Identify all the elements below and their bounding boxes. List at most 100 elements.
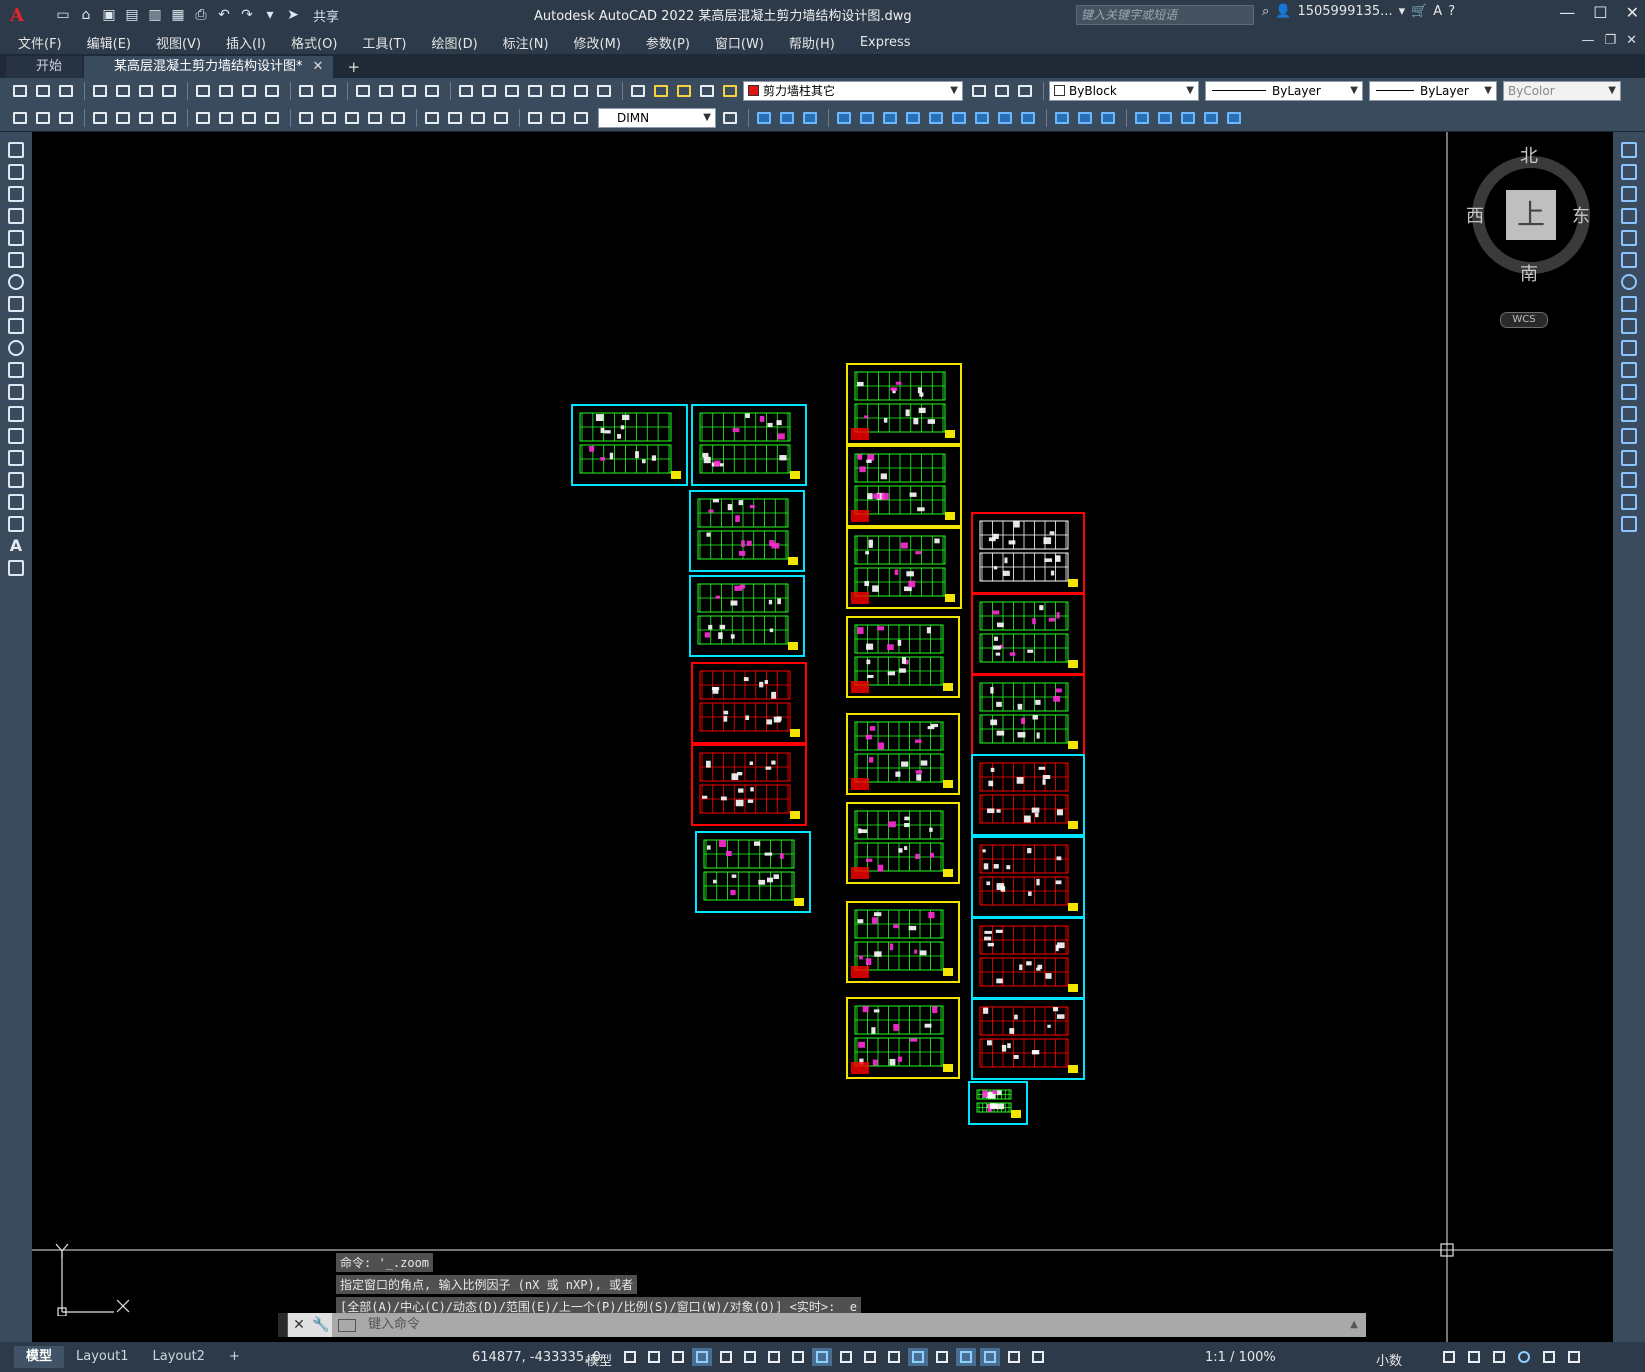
layer-state-icon[interactable] [33, 109, 53, 127]
selection-filter-icon[interactable] [932, 1348, 952, 1366]
undo-icon[interactable]: ↶ [215, 6, 233, 24]
wcs-menu[interactable]: WCS [1500, 312, 1548, 328]
ucs-y-icon[interactable] [995, 109, 1015, 127]
user-icon[interactable]: 👤 [1275, 4, 1291, 19]
spline-icon[interactable] [8, 318, 24, 334]
lineweight-icon[interactable] [812, 1348, 832, 1366]
menu-edit[interactable]: 编辑(E) [87, 33, 131, 52]
drawing-sheet[interactable] [971, 836, 1085, 918]
ucs-object-icon[interactable] [857, 109, 877, 127]
break-icon[interactable] [1621, 406, 1637, 422]
inspect-icon[interactable] [468, 109, 488, 127]
ucs-3point-icon[interactable] [949, 109, 969, 127]
trim-icon[interactable] [1621, 340, 1637, 356]
plotstyle-dropdown[interactable]: ByColor ▼ [1503, 81, 1621, 101]
drawing-sheet[interactable] [971, 512, 1085, 594]
offset-icon[interactable] [1621, 208, 1637, 224]
lock-ui-icon[interactable] [1465, 1348, 1483, 1366]
recent-commands-icon[interactable]: ▲ [1350, 1313, 1358, 1337]
tab-model[interactable]: 模型 [14, 1346, 65, 1368]
view-right-icon[interactable] [1201, 109, 1221, 127]
menu-insert[interactable]: 插入(I) [226, 33, 266, 52]
command-input[interactable]: 键入命令 ▲ [332, 1313, 1366, 1337]
continue-dim-icon[interactable] [342, 109, 362, 127]
tool-palettes-icon[interactable] [502, 82, 522, 100]
compass-north[interactable]: 北 [1520, 142, 1538, 168]
doc-minimize-icon[interactable]: — [1581, 33, 1594, 48]
ucs-zaxis-icon[interactable] [926, 109, 946, 127]
doc-close-icon[interactable]: ✕ [1626, 33, 1637, 48]
revision-cloud-icon[interactable] [8, 296, 24, 312]
layer-match-icon[interactable] [992, 82, 1012, 100]
compass-south[interactable]: 南 [1520, 260, 1538, 286]
calculator-icon[interactable] [571, 82, 591, 100]
cart-icon[interactable]: ▾ [1399, 4, 1406, 19]
match-properties-icon[interactable] [262, 82, 282, 100]
isolate-objects-icon[interactable] [1490, 1348, 1508, 1366]
circle-icon[interactable] [8, 274, 24, 290]
view-left-icon[interactable] [1178, 109, 1198, 127]
plot-icon[interactable] [90, 82, 110, 100]
zoom-window-icon[interactable] [399, 82, 419, 100]
linear-dim-icon[interactable] [90, 109, 110, 127]
drawing-sheet[interactable] [689, 490, 805, 572]
array-icon[interactable] [1621, 230, 1637, 246]
view-top-icon[interactable] [1132, 109, 1152, 127]
minimize-icon[interactable]: — [1559, 3, 1575, 22]
zoom-previous-icon[interactable] [422, 82, 442, 100]
ucs-z-icon[interactable] [1018, 109, 1038, 127]
break-at-point-icon[interactable] [1621, 384, 1637, 400]
quick-properties-icon[interactable] [1440, 1348, 1458, 1366]
drawing-sheet[interactable] [691, 404, 807, 486]
arc-length-icon[interactable] [136, 109, 156, 127]
drawing-canvas[interactable]: 上 北 南 东 西 WCS [32, 132, 1613, 1342]
share-icon[interactable]: ➤ [284, 6, 302, 24]
angular-dim-icon[interactable] [262, 109, 282, 127]
3d-print-icon[interactable] [159, 82, 179, 100]
draw-order-icon[interactable] [10, 109, 30, 127]
grid-icon[interactable] [620, 1348, 640, 1366]
jogged-dim-icon[interactable] [216, 109, 236, 127]
dynamic-ucs-icon[interactable] [908, 1348, 928, 1366]
stretch-icon[interactable] [1621, 318, 1637, 334]
jogged-linear-icon[interactable] [491, 109, 511, 127]
drawing-sheet[interactable] [691, 662, 807, 744]
drawing-sheet[interactable] [695, 831, 811, 913]
drawing-sheet[interactable] [846, 802, 960, 884]
explode-icon[interactable] [1621, 516, 1637, 532]
preview-icon[interactable] [113, 82, 133, 100]
fillet-icon[interactable] [1621, 472, 1637, 488]
view-front-icon[interactable] [1224, 109, 1244, 127]
drawing-sheet[interactable] [846, 901, 960, 983]
customization-icon[interactable] [1565, 1348, 1583, 1366]
transparency-icon[interactable] [836, 1348, 856, 1366]
menu-file[interactable]: 文件(F) [18, 33, 62, 52]
save-web-icon[interactable]: ▦ [169, 6, 187, 24]
mirror-icon[interactable] [1621, 186, 1637, 202]
lineweight-dropdown[interactable]: ByLayer ▼ [1369, 81, 1497, 101]
units-display[interactable]: 小数 [1376, 1350, 1402, 1369]
customize-dropdown-icon[interactable]: ▾ [261, 6, 279, 24]
join-icon[interactable] [1621, 428, 1637, 444]
hatch-icon[interactable] [8, 450, 24, 466]
drawing-sheet[interactable] [971, 998, 1085, 1080]
ucs-icon-props-icon[interactable] [1098, 109, 1118, 127]
drawing-sheet[interactable] [689, 575, 805, 657]
pan-icon[interactable] [353, 82, 373, 100]
object-snap-icon[interactable] [788, 1348, 808, 1366]
blend-curves-icon[interactable] [1621, 494, 1637, 510]
isodraft-icon[interactable] [740, 1348, 760, 1366]
add-selected-icon[interactable] [8, 560, 24, 576]
search-input[interactable]: 键入关键字或短语 [1076, 5, 1254, 25]
object-snap-tracking-icon[interactable] [764, 1348, 784, 1366]
drawing-sheet[interactable] [846, 527, 962, 609]
dim-update-icon[interactable] [571, 109, 591, 127]
save-as-icon[interactable]: ▤ [123, 6, 141, 24]
polyline-icon[interactable] [8, 186, 24, 202]
layer-viewport-icon[interactable] [697, 82, 717, 100]
multiline-text-icon[interactable]: A [8, 538, 24, 554]
ucs-origin-icon[interactable] [903, 109, 923, 127]
annotation-scale-icon[interactable] [1028, 1348, 1048, 1366]
annotation-scale[interactable]: 1:1 / 100% [1205, 1350, 1276, 1365]
baseline-dim-icon[interactable] [319, 109, 339, 127]
